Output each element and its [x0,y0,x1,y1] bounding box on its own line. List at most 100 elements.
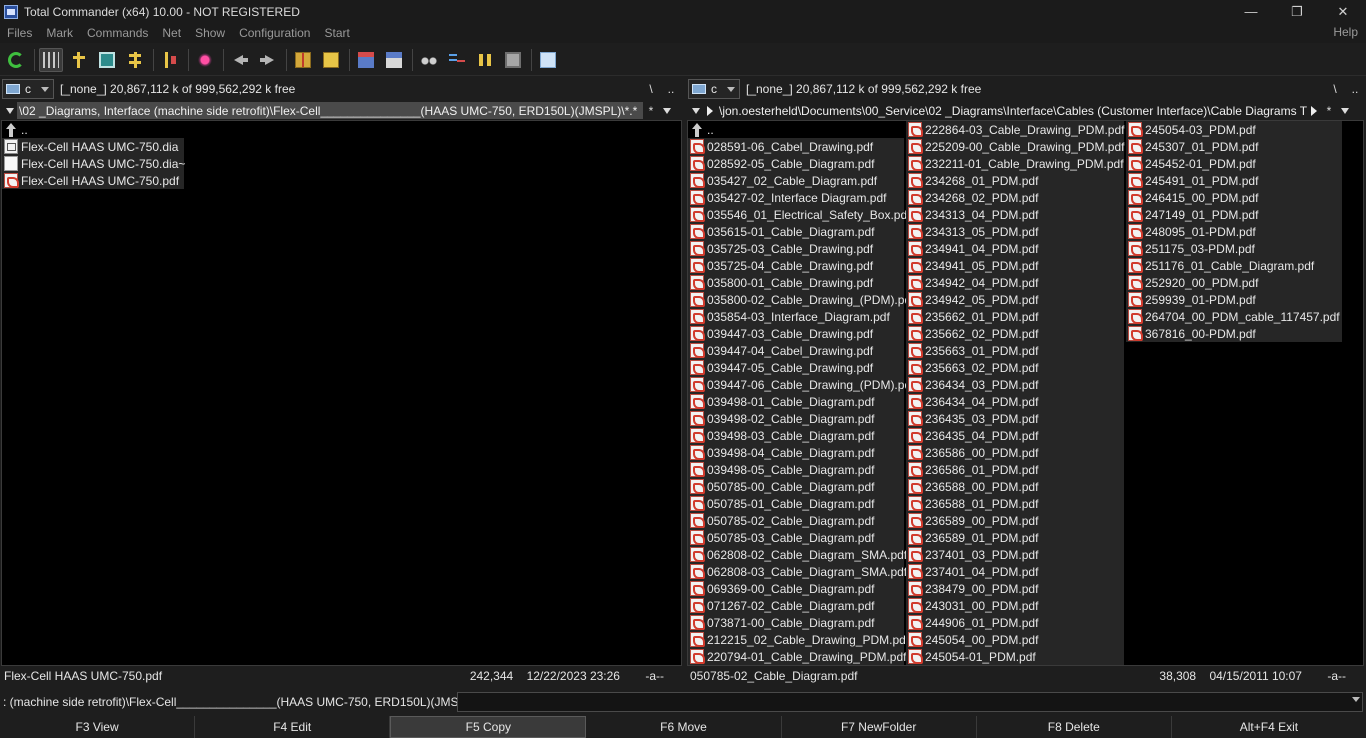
list-item[interactable]: 050785-01_Cable_Diagram.pdf [688,495,904,512]
list-item[interactable]: 039498-03_Cable_Diagram.pdf [688,427,904,444]
menu-start[interactable]: Start [317,26,356,40]
list-item[interactable]: 035725-03_Cable_Drawing.pdf [688,240,904,257]
hotlist-dropdown-icon[interactable] [1341,107,1349,114]
thumbnail-view-button[interactable] [95,48,119,72]
left-drive-select[interactable]: c [2,79,54,99]
list-item[interactable]: 234313_05_PDM.pdf [906,223,1124,240]
list-item[interactable]: 237401_03_PDM.pdf [906,546,1124,563]
list-item[interactable]: 050785-00_Cable_Diagram.pdf [688,478,904,495]
list-item[interactable]: 035800-01_Cable_Drawing.pdf [688,274,904,291]
list-item[interactable]: 236589_00_PDM.pdf [906,512,1124,529]
notepad-button[interactable] [536,48,560,72]
list-item[interactable]: 236586_00_PDM.pdf [906,444,1124,461]
left-root-button[interactable]: \ [642,78,660,100]
list-item[interactable]: 235662_01_PDM.pdf [906,308,1124,325]
list-item[interactable]: 245054-01_PDM.pdf [906,648,1124,665]
f6-move-button[interactable]: F6 Move [586,716,782,738]
history-dropdown-icon[interactable] [6,107,14,114]
list-item[interactable]: .. [688,121,904,138]
list-item[interactable]: 245491_01_PDM.pdf [1126,172,1342,189]
list-item[interactable]: 246415_00_PDM.pdf [1126,189,1342,206]
list-item[interactable]: 234942_05_PDM.pdf [906,291,1124,308]
list-item[interactable]: 245452-01_PDM.pdf [1126,155,1342,172]
list-item[interactable]: 035427-02_Interface Diagram.pdf [688,189,904,206]
list-item[interactable]: 244906_01_PDM.pdf [906,614,1124,631]
list-item[interactable]: 236434_04_PDM.pdf [906,393,1124,410]
menu-help[interactable]: Help [1333,25,1358,39]
maximize-button[interactable]: ❐ [1274,0,1320,23]
list-item[interactable]: 232211-01_Cable_Drawing_PDM.pdf [906,155,1124,172]
list-item[interactable]: 251176_01_Cable_Diagram.pdf [1126,257,1342,274]
list-item[interactable]: 073871-00_Cable_Diagram.pdf [688,614,904,631]
tree-view-button[interactable] [67,48,91,72]
refresh-button[interactable] [4,48,28,72]
list-item[interactable]: 225209-00_Cable_Drawing_PDM.pdf [906,138,1124,155]
list-item[interactable]: 050785-03_Cable_Diagram.pdf [688,529,904,546]
list-item[interactable]: Flex-Cell HAAS UMC-750.dia~ [2,155,185,172]
list-item[interactable]: 039447-05_Cable_Drawing.pdf [688,359,904,376]
list-item[interactable]: 245054_00_PDM.pdf [906,631,1124,648]
invert-selection-button[interactable] [158,48,182,72]
list-item[interactable]: 220794-01_Cable_Drawing_PDM.pdf [688,648,906,665]
f7-newfolder-button[interactable]: F7 NewFolder [782,716,977,738]
list-item[interactable]: 234942_04_PDM.pdf [906,274,1124,291]
list-item[interactable]: 062808-02_Cable_Diagram_SMA.pdf [688,546,907,563]
list-item[interactable]: Flex-Cell HAAS UMC-750.dia [2,138,184,155]
ftp-connect-button[interactable] [354,48,378,72]
list-item[interactable]: 069369-00_Cable_Diagram.pdf [688,580,904,597]
list-item[interactable]: 234268_02_PDM.pdf [906,189,1124,206]
list-item[interactable]: 234313_04_PDM.pdf [906,206,1124,223]
list-item[interactable]: 259939_01-PDM.pdf [1126,291,1342,308]
list-item[interactable]: 039447-03_Cable_Drawing.pdf [688,325,904,342]
list-item[interactable]: 039498-04_Cable_Diagram.pdf [688,444,904,461]
right-root-button[interactable]: \ [1326,78,1344,100]
right-path[interactable]: \jon.oesterheld\Documents\00_Service\02 … [717,102,1307,119]
list-item[interactable]: 234941_05_PDM.pdf [906,257,1124,274]
menu-net[interactable]: Net [155,26,188,40]
list-item[interactable]: 062808-03_Cable_Diagram_SMA.pdf [688,563,907,580]
brief-view-button[interactable] [39,47,63,72]
list-item[interactable]: 035546_01_Electrical_Safety_Box.pdf [688,206,910,223]
list-item[interactable]: 367816_00-PDM.pdf [1126,325,1342,342]
back-button[interactable] [228,48,252,72]
pack-button[interactable] [291,48,315,72]
list-item[interactable]: 035725-04_Cable_Drawing.pdf [688,257,904,274]
hotlist-dropdown-icon[interactable] [663,107,671,114]
list-item[interactable]: 039498-05_Cable_Diagram.pdf [688,461,904,478]
list-item[interactable]: 235663_02_PDM.pdf [906,359,1124,376]
list-item[interactable]: 071267-02_Cable_Diagram.pdf [688,597,904,614]
list-item[interactable]: 264704_00_PDM_cable_117457.pdf [1126,308,1342,325]
list-item[interactable]: 235662_02_PDM.pdf [906,325,1124,342]
right-up-button[interactable]: .. [1346,78,1364,100]
left-path[interactable]: \02 _Diagrams, Interface (machine side r… [17,102,643,119]
list-item[interactable]: 222864-03_Cable_Drawing_PDM.pdf [906,121,1124,138]
list-item[interactable]: 039447-06_Cable_Drawing_(PDM).pdf [688,376,914,393]
list-item[interactable]: 212215_02_Cable_Drawing_PDM.pdf [688,631,909,648]
left-filter-button[interactable]: * [643,104,659,118]
multi-rename-button[interactable] [445,48,469,72]
list-item[interactable]: 234941_04_PDM.pdf [906,240,1124,257]
list-item[interactable]: 236435_04_PDM.pdf [906,427,1124,444]
right-filter-button[interactable]: * [1321,104,1337,118]
close-button[interactable]: ✕ [1320,0,1366,23]
list-item[interactable]: 039498-02_Cable_Diagram.pdf [688,410,904,427]
list-item[interactable]: 236434_03_PDM.pdf [906,376,1124,393]
list-item[interactable]: 236588_00_PDM.pdf [906,478,1124,495]
menu-show[interactable]: Show [188,26,232,40]
app-icon[interactable] [4,4,18,19]
forward-button[interactable] [256,48,280,72]
list-item[interactable]: 245307_01_PDM.pdf [1126,138,1342,155]
compare-button[interactable] [501,48,525,72]
left-up-button[interactable]: .. [662,78,680,100]
list-item[interactable]: 035427_02_Cable_Diagram.pdf [688,172,904,189]
list-item[interactable]: 035800-02_Cable_Drawing_(PDM).pdf [688,291,914,308]
list-item[interactable]: 236588_01_PDM.pdf [906,495,1124,512]
history-dropdown-icon[interactable] [692,107,700,114]
command-input[interactable] [457,692,1363,712]
menu-files[interactable]: Files [0,26,39,40]
sync-dirs-button[interactable] [473,48,497,72]
list-item[interactable]: 252920_00_PDM.pdf [1126,274,1342,291]
list-item[interactable]: 234268_01_PDM.pdf [906,172,1124,189]
left-file-panel[interactable]: .. Flex-Cell HAAS UMC-750.dia Flex-Cell … [1,120,682,666]
alt-f4-exit-button[interactable]: Alt+F4 Exit [1172,716,1366,738]
